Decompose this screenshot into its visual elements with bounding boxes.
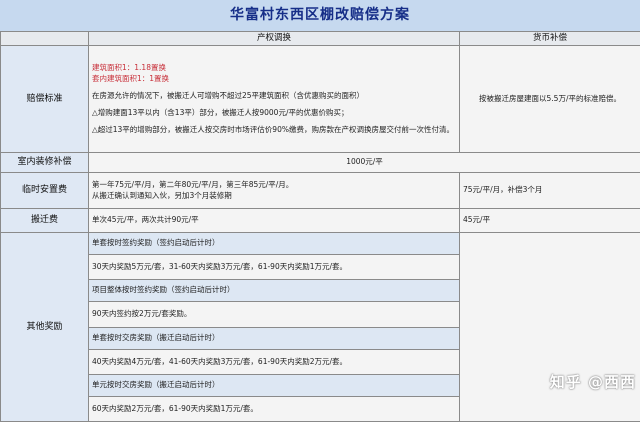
row-temporary: 临时安置费 第一年75元/平/月，第二年80元/平/月，第三年85元/平/月。 … bbox=[1, 173, 640, 209]
moving-property-cell: 单次45元/平，两次共计90元/平 bbox=[89, 209, 460, 233]
ratio-line-2: 套内建筑面积1：1置换 bbox=[92, 74, 456, 84]
label-decoration: 室内装修补偿 bbox=[1, 153, 89, 173]
row-rewards: 其他奖励 单套按时签约奖励（签约启动后计时）30天内奖励5万元/套，31-60天… bbox=[1, 233, 640, 422]
table-header-row: 产权调换 货币补偿 bbox=[1, 32, 640, 46]
label-temporary: 临时安置费 bbox=[1, 173, 89, 209]
temporary-property-line-2: 从搬迁确认到通知入伙，另加3个月装修期 bbox=[92, 191, 456, 201]
header-cash: 货币补偿 bbox=[460, 32, 640, 46]
temporary-cash-cell: 75元/平/月，补偿3个月 bbox=[460, 173, 640, 209]
rewards-cash-cell bbox=[460, 233, 640, 422]
compensation-para-1: 在房源允许的情况下，被搬迁人可增购不超过25平建筑面积（含优惠购买的面积） bbox=[92, 91, 456, 101]
temporary-property-cell: 第一年75元/平/月，第二年80元/平/月，第三年85元/平/月。 从搬迁确认到… bbox=[89, 173, 460, 209]
compensation-table: 产权调换 货币补偿 赔偿标准 建筑面积1：1.18置换 套内建筑面积1：1置换 … bbox=[0, 31, 640, 422]
page-title: 华富村东西区棚改赔偿方案 bbox=[0, 0, 640, 31]
row-moving: 搬迁费 单次45元/平，两次共计90元/平 45元/平 bbox=[1, 209, 640, 233]
compensation-cash-cell: 按被搬迁房屋建面以5.5万/平的标准赔偿。 bbox=[460, 46, 640, 153]
compensation-para-2: △增购建面13平以内（含13平）部分，被搬迁人按9000元/平的优惠价购买； bbox=[92, 108, 456, 118]
temporary-property-line-1: 第一年75元/平/月，第二年80元/平/月，第三年85元/平/月。 bbox=[92, 180, 456, 190]
label-rewards: 其他奖励 bbox=[1, 233, 89, 422]
label-compensation: 赔偿标准 bbox=[1, 46, 89, 153]
row-decoration: 室内装修补偿 1000元/平 bbox=[1, 153, 640, 173]
watermark: 知乎 @西西 bbox=[550, 371, 636, 392]
moving-cash-cell: 45元/平 bbox=[460, 209, 640, 233]
reward-item: 60天内奖励2万元/套，61-90天内奖励1万元/套。 bbox=[89, 397, 459, 421]
label-moving: 搬迁费 bbox=[1, 209, 89, 233]
reward-item: 单元按时交房奖励（搬迁启动后计时） bbox=[89, 375, 459, 397]
compensation-para-3: △超过13平的增购部分，被搬迁人按交房时市场评估价90%缴费，购房款在产权调换房… bbox=[92, 125, 456, 135]
reward-item: 项目整体按时签约奖励（签约启动后计时） bbox=[89, 280, 459, 302]
reward-item: 单套按时交房奖励（搬迁启动后计时） bbox=[89, 328, 459, 350]
rewards-list: 单套按时签约奖励（签约启动后计时）30天内奖励5万元/套，31-60天内奖励3万… bbox=[89, 233, 459, 421]
reward-item: 单套按时签约奖励（签约启动后计时） bbox=[89, 233, 459, 255]
decoration-value: 1000元/平 bbox=[89, 153, 640, 173]
ratio-line-1: 建筑面积1：1.18置换 bbox=[92, 63, 456, 73]
header-blank-cell bbox=[1, 32, 89, 46]
row-compensation: 赔偿标准 建筑面积1：1.18置换 套内建筑面积1：1置换 在房源允许的情况下，… bbox=[1, 46, 640, 153]
reward-item: 90天内签约按2万元/套奖励。 bbox=[89, 302, 459, 327]
rewards-property-cell: 单套按时签约奖励（签约启动后计时）30天内奖励5万元/套，31-60天内奖励3万… bbox=[89, 233, 460, 422]
header-property: 产权调换 bbox=[89, 32, 460, 46]
reward-item: 40天内奖励4万元/套，41-60天内奖励3万元/套，61-90天内奖励2万元/… bbox=[89, 350, 459, 375]
reward-item: 30天内奖励5万元/套，31-60天内奖励3万元/套，61-90天内奖励1万元/… bbox=[89, 255, 459, 280]
compensation-property-cell: 建筑面积1：1.18置换 套内建筑面积1：1置换 在房源允许的情况下，被搬迁人可… bbox=[89, 46, 460, 153]
